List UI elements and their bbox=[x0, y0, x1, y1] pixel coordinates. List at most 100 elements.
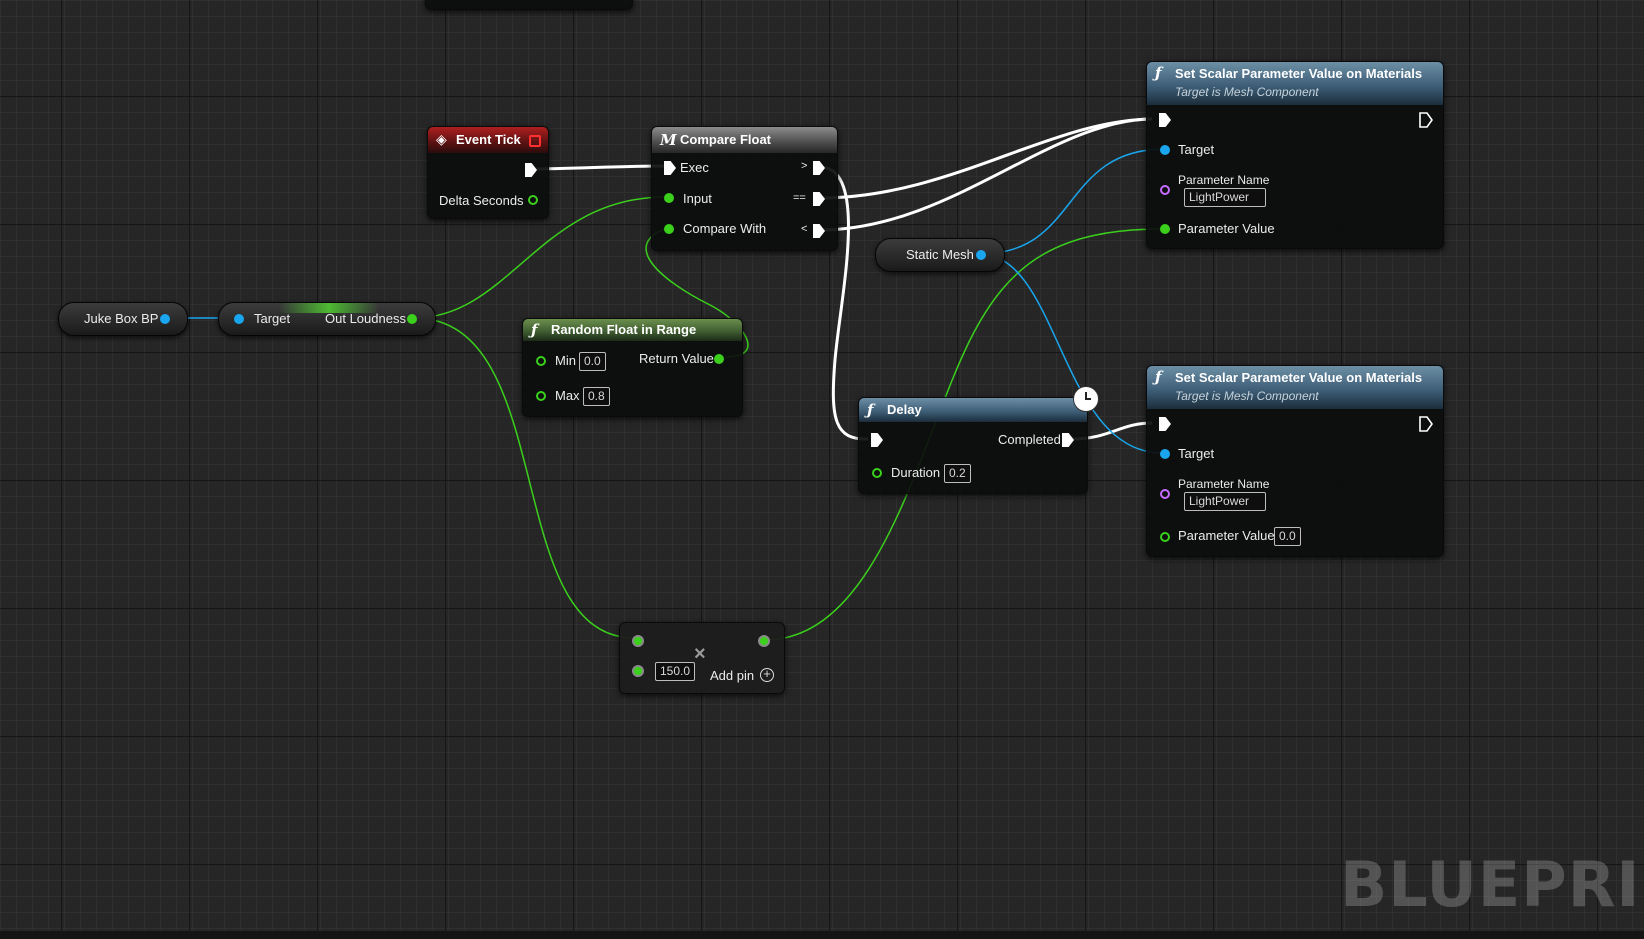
compare-with-pin[interactable] bbox=[664, 224, 674, 234]
set-scalar-2-exec-out[interactable] bbox=[1419, 416, 1433, 432]
delta-seconds-pin[interactable] bbox=[528, 195, 538, 205]
out-loudness-output-pin[interactable] bbox=[407, 314, 417, 324]
set-scalar-2-header[interactable]: ƒ Set Scalar Parameter Value on Material… bbox=[1147, 366, 1443, 409]
delay-duration-field[interactable]: 0.2 bbox=[944, 464, 971, 483]
compare-exec-label: Exec bbox=[680, 160, 709, 175]
set-scalar-2-param-name-label: Parameter Name bbox=[1178, 477, 1270, 491]
exec-wire bbox=[819, 117, 1153, 200]
delay-duration-pin[interactable] bbox=[872, 468, 882, 478]
multiply-node[interactable]: 150.0 × Add pin + bbox=[619, 622, 785, 694]
compare-input-pin[interactable] bbox=[664, 193, 674, 203]
set-scalar-2-target-label: Target bbox=[1178, 446, 1215, 461]
event-delegate-pin[interactable] bbox=[529, 135, 541, 147]
set-scalar-2-exec-in[interactable] bbox=[1159, 417, 1171, 431]
add-pin-label[interactable]: Add pin bbox=[710, 668, 754, 683]
set-scalar-1-param-value-pin[interactable] bbox=[1160, 224, 1170, 234]
compare-float-header[interactable]: M Compare Float bbox=[652, 127, 837, 153]
set-scalar-1-param-name-label: Parameter Name bbox=[1178, 173, 1270, 187]
set-scalar-2-param-name-pin[interactable] bbox=[1160, 489, 1170, 499]
blueprint-graph-canvas[interactable]: ◈ Event Tick Delta Seconds M Compare Flo… bbox=[0, 0, 1644, 939]
random-max-field[interactable]: 0.8 bbox=[583, 387, 610, 406]
juke-box-bp-node[interactable]: Juke Box BP bbox=[58, 302, 188, 336]
set-scalar-2-target-pin[interactable] bbox=[1160, 449, 1170, 459]
offscreen-node[interactable] bbox=[425, 0, 633, 10]
exec-wire bbox=[529, 164, 665, 171]
compare-float-title: Compare Float bbox=[680, 132, 772, 147]
static-mesh-pin[interactable] bbox=[976, 250, 986, 260]
compare-float-node[interactable]: M Compare Float Exec Input Compare With … bbox=[651, 126, 838, 251]
delay-exec-in[interactable] bbox=[871, 433, 883, 447]
random-max-label: Max bbox=[555, 388, 580, 403]
function-f-icon: ƒ bbox=[1155, 64, 1162, 82]
set-scalar-1-header[interactable]: ƒ Set Scalar Parameter Value on Material… bbox=[1147, 62, 1443, 105]
compare-input-label: Input bbox=[683, 191, 712, 206]
exec-wire bbox=[819, 117, 1153, 232]
random-float-title: Random Float in Range bbox=[551, 322, 697, 337]
function-f-icon: ƒ bbox=[531, 321, 538, 339]
set-scalar-2-param-value-label: Parameter Value bbox=[1178, 528, 1275, 543]
random-min-label: Min bbox=[555, 353, 576, 368]
set-scalar-2-param-value-pin[interactable] bbox=[1160, 532, 1170, 542]
compare-lt-exec-out[interactable] bbox=[813, 224, 825, 238]
set-scalar-1-param-value-label: Parameter Value bbox=[1178, 221, 1275, 236]
set-scalar-1-target-label: Target bbox=[1178, 142, 1215, 157]
delay-completed-exec-out[interactable] bbox=[1062, 433, 1074, 447]
set-scalar-1-exec-in[interactable] bbox=[1159, 113, 1171, 127]
event-tick-title: Event Tick bbox=[456, 132, 521, 147]
delay-duration-label: Duration bbox=[891, 465, 941, 480]
multiply-input-b-pin[interactable] bbox=[632, 665, 644, 677]
out-loudness-node[interactable]: Target Out Loudness bbox=[218, 302, 436, 336]
random-return-label: Return Value bbox=[639, 351, 714, 366]
multiply-value-field[interactable]: 150.0 bbox=[655, 662, 696, 681]
compare-with-label: Compare With bbox=[683, 221, 767, 236]
event-tick-exec-out[interactable] bbox=[525, 163, 537, 177]
macro-m-icon: M bbox=[660, 131, 677, 149]
set-scalar-1-param-name-field[interactable]: LightPower bbox=[1184, 188, 1266, 207]
set-scalar-2-subtitle: Target is Mesh Component bbox=[1175, 389, 1319, 403]
set-scalar-node-2[interactable]: ƒ Set Scalar Parameter Value on Material… bbox=[1146, 365, 1444, 557]
delay-node[interactable]: ƒ Delay Completed Duration 0.2 bbox=[858, 386, 1099, 494]
add-pin-plus-icon[interactable]: + bbox=[760, 667, 774, 682]
compare-eq-label: == bbox=[793, 192, 806, 204]
out-loudness-output-label: Out Loudness bbox=[325, 311, 406, 326]
set-scalar-2-title: Set Scalar Parameter Value on Materials bbox=[1175, 370, 1423, 385]
random-min-pin[interactable] bbox=[536, 356, 546, 366]
delay-title: Delay bbox=[887, 402, 922, 417]
set-scalar-2-param-value-field[interactable]: 0.0 bbox=[1274, 527, 1301, 546]
juke-box-bp-pin[interactable] bbox=[160, 314, 170, 324]
event-tick-node[interactable]: ◈ Event Tick Delta Seconds bbox=[427, 126, 549, 219]
set-scalar-1-exec-out[interactable] bbox=[1419, 112, 1433, 128]
compare-lt-label: < bbox=[801, 223, 808, 235]
static-mesh-node[interactable]: Static Mesh bbox=[875, 238, 1005, 272]
set-scalar-1-subtitle: Target is Mesh Component bbox=[1175, 85, 1319, 99]
set-scalar-1-param-name-pin[interactable] bbox=[1160, 185, 1170, 195]
compare-gt-label: > bbox=[801, 160, 808, 172]
delta-seconds-label: Delta Seconds bbox=[439, 193, 524, 208]
out-loudness-target-pin[interactable] bbox=[234, 314, 244, 324]
event-diamond-icon: ◈ bbox=[436, 132, 447, 148]
event-tick-header[interactable]: ◈ Event Tick bbox=[428, 127, 548, 153]
random-return-pin[interactable] bbox=[714, 354, 724, 364]
set-scalar-node-1[interactable]: ƒ Set Scalar Parameter Value on Material… bbox=[1146, 61, 1444, 249]
set-scalar-1-title: Set Scalar Parameter Value on Materials bbox=[1175, 66, 1423, 81]
function-f-icon: ƒ bbox=[1155, 368, 1162, 386]
compare-eq-exec-out[interactable] bbox=[813, 192, 825, 206]
set-scalar-2-param-name-field[interactable]: LightPower bbox=[1184, 492, 1266, 511]
random-max-pin[interactable] bbox=[536, 391, 546, 401]
blueprint-watermark: BLUEPRINT bbox=[1340, 848, 1644, 921]
multiply-input-a-pin[interactable] bbox=[632, 635, 644, 647]
random-float-header[interactable]: ƒ Random Float in Range bbox=[523, 319, 742, 341]
clock-icon bbox=[1073, 386, 1099, 412]
bottom-edge bbox=[0, 931, 1644, 939]
static-mesh-label: Static Mesh bbox=[906, 247, 974, 262]
function-f-icon: ƒ bbox=[867, 401, 874, 419]
object-wire bbox=[979, 148, 1165, 255]
multiply-output-pin[interactable] bbox=[758, 635, 770, 647]
compare-exec-in[interactable] bbox=[664, 161, 676, 175]
set-scalar-1-target-pin[interactable] bbox=[1160, 145, 1170, 155]
random-float-node[interactable]: ƒ Random Float in Range Min 0.0 Max 0.8 … bbox=[522, 318, 743, 417]
compare-gt-exec-out[interactable] bbox=[813, 161, 825, 175]
out-loudness-target-label: Target bbox=[254, 311, 291, 326]
delay-header[interactable]: ƒ Delay bbox=[859, 398, 1087, 422]
random-min-field[interactable]: 0.0 bbox=[579, 352, 606, 371]
